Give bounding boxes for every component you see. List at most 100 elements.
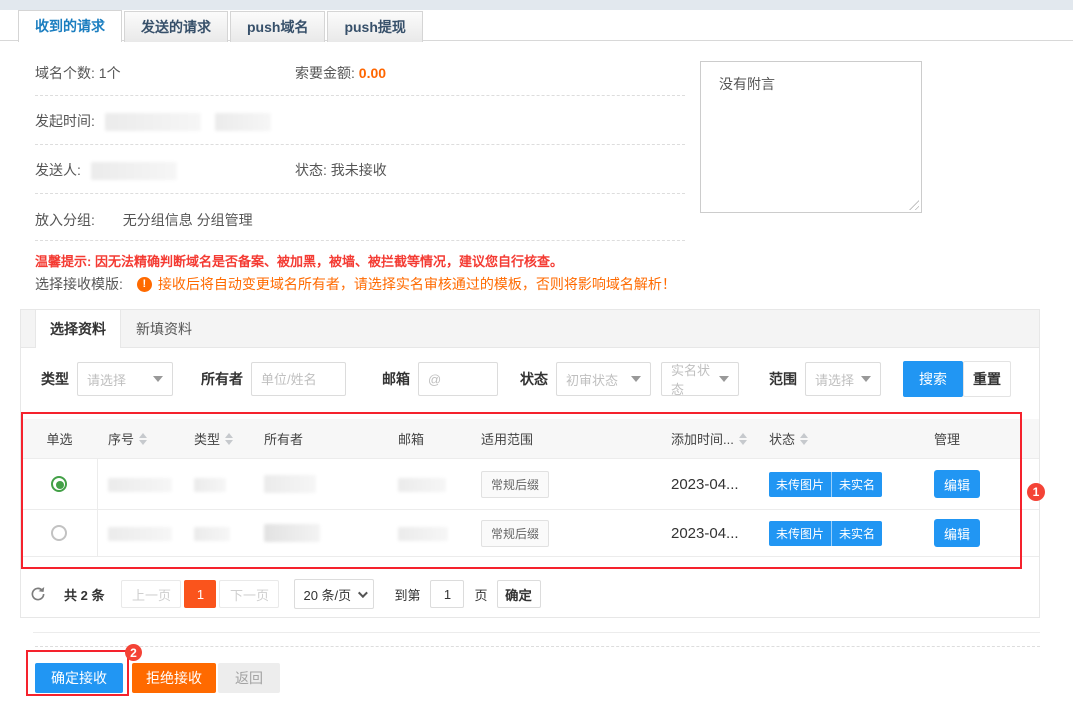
type-filter-label: 类型 [41,369,69,389]
receive-status-label: 状态: [295,162,327,178]
type-select-value: 请选择 [87,370,126,389]
header-manage: 管理 [916,429,1039,448]
goto-page-input[interactable] [430,580,464,608]
redacted-owner [264,524,320,542]
added-time: 2023-04... [666,525,756,542]
receive-status-value: 我未接收 [331,162,387,178]
redacted-type [194,527,230,541]
reject-button[interactable]: 拒绝接收 [132,663,216,693]
tab-push-domain[interactable]: push域名 [230,11,325,42]
next-page-button[interactable]: 下一页 [219,580,279,608]
amount-label: 索要金额: [295,65,355,81]
message-textarea[interactable]: 没有附言 [700,61,922,213]
radio-unselected[interactable] [51,525,67,541]
search-button[interactable]: 搜索 [903,361,963,397]
redacted-seq [108,478,172,492]
group-label: 放入分组: [35,212,95,228]
radio-selected[interactable] [51,476,67,492]
divider [35,95,685,96]
tab-received-requests[interactable]: 收到的请求 [18,10,122,42]
domain-count-value: 1个 [99,65,121,81]
header-type: 类型 [181,429,251,448]
email-input-wrap [418,362,498,396]
page-size-select[interactable]: 20 条/页 [294,579,374,609]
warning-icon: ! [137,277,152,292]
chevron-down-icon [719,376,729,382]
sort-icon[interactable] [225,433,233,445]
sender-label: 发送人: [35,162,81,178]
push-request-page: 收到的请求发送的请求push域名push提现 域名个数: 1个 索要金额: 0.… [0,0,1073,711]
range-select[interactable]: 请选择 [805,362,881,396]
prev-page-button[interactable]: 上一页 [121,580,181,608]
resize-handle-icon[interactable] [909,200,919,210]
tab-sent-requests[interactable]: 发送的请求 [124,11,228,42]
status-tag-no-realname: 未实名 [831,521,882,546]
refresh-icon[interactable] [29,585,47,603]
receive-status: 状态: 我未接收 [295,160,387,180]
redacted-email [398,527,448,541]
back-button[interactable]: 返回 [218,663,280,693]
email-filter-label: 邮箱 [382,369,410,389]
template-table: 单选 序号 类型 所有者 邮箱 适用范围 添加时间... 状态 [21,419,1039,557]
type-select[interactable]: 请选择 [77,362,173,396]
reset-button[interactable]: 重置 [963,361,1011,397]
redacted-owner [264,475,316,493]
chevron-down-icon [861,376,871,382]
added-time: 2023-04... [666,476,756,493]
group-value[interactable]: 无分组信息 分组管理 [123,212,253,228]
email-input[interactable] [428,372,488,387]
divider [33,632,1040,633]
owner-input-wrap [251,362,346,396]
audit-status-select[interactable]: 初审状态 [556,362,651,396]
header-seq: 序号 [98,429,181,448]
initiate-time-label: 发起时间: [35,113,95,129]
edit-button[interactable]: 编辑 [934,470,980,498]
goto-suffix-label: 页 [474,585,487,604]
range-filter-label: 范围 [769,369,797,389]
annotation-step-1-badge: 1 [1027,483,1045,501]
realname-status-select[interactable]: 实名状态 [661,362,739,396]
template-panel: 选择资料新填资料 类型 请选择 所有者 邮箱 状态 初审状态 实名状态 [20,309,1040,618]
tab-new-profile[interactable]: 新填资料 [121,310,207,348]
total-count-text: 共 2 条 [64,585,104,604]
pagination-bar: 共 2 条 上一页 1 下一页 20 条/页 到第 页 确定 [29,579,541,609]
sort-icon[interactable] [800,433,808,445]
page-size-value: 20 条/页 [303,585,351,604]
status-tag-no-realname: 未实名 [831,472,882,497]
filter-bar: 类型 请选择 所有者 邮箱 状态 初审状态 实名状态 范围 [41,361,1011,397]
header-status: 状态 [756,429,916,448]
chevron-down-icon [631,376,641,382]
accept-button[interactable]: 确定接收 [35,663,123,693]
goto-prefix-label: 到第 [394,585,420,604]
edit-button[interactable]: 编辑 [934,519,980,547]
scope-tag: 常规后缀 [481,520,549,547]
status-filter-label: 状态 [520,369,548,389]
template-select-row: 选择接收模版: ! 接收后将自动变更域名所有者，请选择实名审核通过的模板，否则将… [35,274,676,294]
header-added-time: 添加时间... [666,429,756,448]
initiate-time: 发起时间: [35,111,271,131]
header-scope: 适用范围 [466,429,666,448]
scope-tag: 常规后缀 [481,471,549,498]
top-strip [0,0,1073,10]
redacted-initiate-time [105,113,201,131]
group-row: 放入分组: 无分组信息 分组管理 [35,210,253,230]
annotation-step-2-badge: 2 [125,644,142,661]
redacted-seq [108,527,172,541]
divider [35,144,685,145]
current-page-button[interactable]: 1 [184,580,216,608]
sort-icon[interactable] [739,433,747,445]
tab-select-profile[interactable]: 选择资料 [35,310,121,348]
domain-count: 域名个数: 1个 [35,63,121,83]
redacted-type [194,478,226,492]
sort-icon[interactable] [139,433,147,445]
warm-tip-text: 温馨提示: 因无法精确判断域名是否备案、被加黑，被墙、被拦截等情况，建议您自行核… [35,251,563,270]
owner-input[interactable] [261,372,336,387]
goto-confirm-button[interactable]: 确定 [497,580,541,608]
status-tag-no-image: 未传图片 [769,472,831,497]
tab-push-withdraw[interactable]: push提现 [327,11,422,42]
divider [35,240,685,241]
chevron-down-icon [358,588,368,598]
amount: 索要金额: 0.00 [295,63,386,83]
audit-status-value: 初审状态 [566,370,618,389]
message-text: 没有附言 [719,76,775,92]
